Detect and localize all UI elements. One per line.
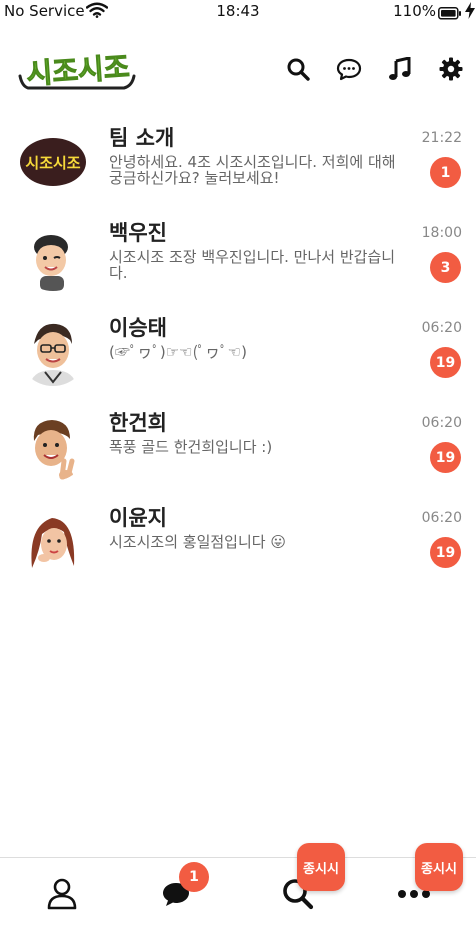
chat-row[interactable]: 이승태 (☞ﾟヮﾟ)☞☜(ﾟヮﾟ☜) 06:20 19 [0, 302, 476, 397]
app-header: 시조시조 [0, 38, 476, 98]
music-note-icon[interactable] [387, 56, 413, 82]
unread-badge: 19 [430, 537, 461, 568]
unread-badge: 19 [430, 442, 461, 473]
avatar: 시조시조 [18, 126, 88, 196]
chat-preview: 시조시조의 홍일점입니다 😛 [109, 533, 286, 551]
floating-action-button[interactable]: 종시시 [297, 843, 345, 891]
chat-time: 18:00 [421, 225, 462, 241]
status-bar: No Service 18:43 110% [0, 0, 476, 24]
chat-preview: 안녕하세요. 4조 시조시조입니다. 저희에 대해 궁금하신가요? 눌러보세요! [109, 153, 396, 187]
chat-preview: 시조시조 조장 백우진입니다. 만나서 반갑습니다. [109, 248, 396, 282]
battery-percent: 110% [393, 2, 436, 20]
chat-name: 이윤지 [109, 506, 167, 530]
avatar [18, 411, 88, 481]
unread-badge: 19 [430, 347, 461, 378]
chat-time: 06:20 [421, 510, 462, 526]
chat-bubble-icon[interactable] [336, 56, 362, 82]
chat-preview: 폭풍 골드 한건희입니다 :) [109, 438, 273, 456]
charging-icon [465, 2, 475, 23]
chat-time: 06:20 [421, 415, 462, 431]
search-icon[interactable] [285, 56, 311, 82]
unread-badge: 1 [430, 157, 461, 188]
chat-row[interactable]: 이윤지 시조시조의 홍일점입니다 😛 06:20 19 [0, 492, 476, 587]
avatar [18, 506, 88, 576]
person-icon[interactable] [44, 876, 80, 912]
chat-list: 시조시조 팀 소개 안녕하세요. 4조 시조시조입니다. 저희에 대해 궁금하신… [0, 112, 476, 587]
avatar [18, 316, 88, 386]
battery-icon [438, 5, 462, 24]
avatar [18, 221, 88, 291]
chat-name: 팀 소개 [109, 126, 175, 150]
chat-name: 백우진 [109, 221, 167, 245]
svg-text:시조시조: 시조시조 [25, 50, 130, 90]
chat-preview: (☞ﾟヮﾟ)☞☜(ﾟヮﾟ☜) [109, 343, 247, 361]
floating-action-button[interactable]: 종시시 [415, 843, 463, 891]
chat-row[interactable]: 한건희 폭풍 골드 한건희입니다 :) 06:20 19 [0, 397, 476, 492]
chat-row[interactable]: 백우진 시조시조 조장 백우진입니다. 만나서 반갑습니다. 18:00 3 [0, 207, 476, 302]
app-logo[interactable]: 시조시조 [16, 44, 140, 96]
unread-badge: 3 [430, 252, 461, 283]
chat-time: 06:20 [421, 320, 462, 336]
chats-tab-badge: 1 [179, 862, 209, 892]
gear-icon[interactable] [438, 56, 464, 82]
chat-name: 한건희 [109, 411, 167, 435]
chat-row[interactable]: 시조시조 팀 소개 안녕하세요. 4조 시조시조입니다. 저희에 대해 궁금하신… [0, 112, 476, 207]
tab-bar [0, 857, 476, 926]
avatar-logo-text: 시조시조 [25, 154, 80, 172]
chat-name: 이승태 [109, 316, 167, 340]
chat-time: 21:22 [421, 130, 462, 146]
